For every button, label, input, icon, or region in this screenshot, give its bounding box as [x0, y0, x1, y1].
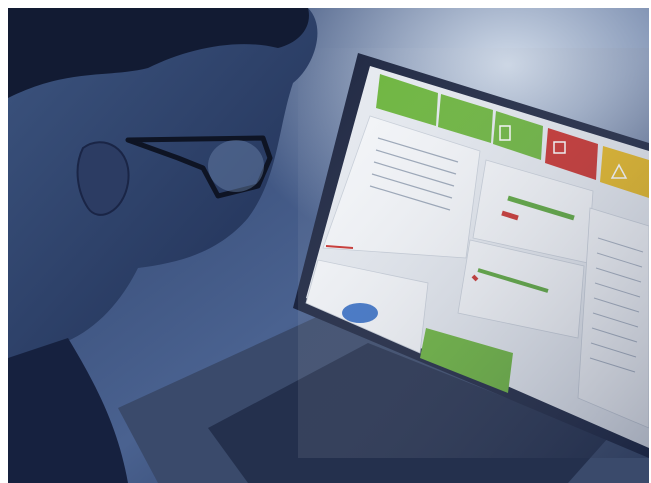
ear	[76, 141, 130, 216]
screen-shading	[298, 48, 649, 458]
laptop-screen	[298, 48, 649, 458]
photo	[8, 8, 649, 483]
glasses-lens	[208, 140, 264, 192]
photo-scene	[8, 8, 649, 483]
